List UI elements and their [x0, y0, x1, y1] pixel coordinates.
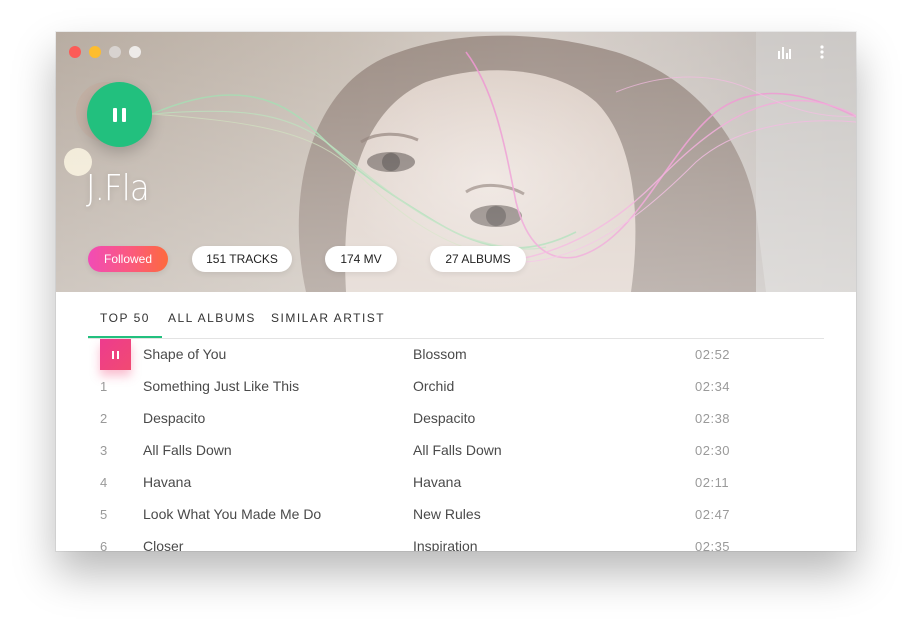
track-row[interactable]: Shape of You Blossom 02:52: [88, 338, 824, 370]
artist-name: J.Fla: [86, 168, 150, 209]
track-list: Shape of You Blossom 02:52 1 Something J…: [88, 338, 824, 551]
content-tabs: TOP 50 ALL ALBUMS SIMILAR ARTIST: [88, 310, 824, 339]
track-number: 5: [100, 507, 108, 522]
track-title: Havana: [143, 474, 192, 490]
extra-window-button[interactable]: [129, 46, 141, 58]
albums-count-badge[interactable]: 27 ALBUMS: [430, 246, 526, 272]
track-duration: 02:38: [695, 411, 731, 426]
track-album[interactable]: All Falls Down: [413, 442, 502, 458]
track-album[interactable]: Blossom: [413, 346, 467, 362]
track-row[interactable]: 5 Look What You Made Me Do New Rules 02:…: [88, 498, 824, 530]
minimize-window-button[interactable]: [89, 46, 101, 58]
track-duration: 02:34: [695, 379, 731, 394]
track-number: 6: [100, 539, 108, 551]
equalizer-icon: [778, 47, 791, 59]
track-row[interactable]: 1 Something Just Like This Orchid 02:34: [88, 370, 824, 402]
more-vertical-icon: [820, 45, 824, 59]
track-album[interactable]: Orchid: [413, 378, 454, 394]
mv-count-badge[interactable]: 174 MV: [325, 246, 397, 272]
artist-header: J.Fla Followed 151 TRACKS 174 MV 27 ALBU…: [56, 32, 856, 292]
equalizer-button[interactable]: [776, 44, 792, 60]
track-album[interactable]: Havana: [413, 474, 461, 490]
track-duration: 02:30: [695, 443, 731, 458]
track-row[interactable]: 6 Closer Inspiration 02:35: [88, 530, 824, 551]
track-duration: 02:52: [695, 347, 731, 362]
track-duration: 02:11: [695, 475, 730, 490]
track-number: 3: [100, 443, 108, 458]
tab-all-albums[interactable]: ALL ALBUMS: [168, 310, 256, 338]
zoom-window-button[interactable]: [109, 46, 121, 58]
header-actions: [776, 44, 830, 60]
close-window-button[interactable]: [69, 46, 81, 58]
track-album[interactable]: New Rules: [413, 506, 481, 522]
tracks-count-badge[interactable]: 151 TRACKS: [192, 246, 292, 272]
tab-similar-artist[interactable]: SIMILAR ARTIST: [271, 310, 385, 338]
track-number: 1: [100, 379, 108, 394]
music-player-window: J.Fla Followed 151 TRACKS 174 MV 27 ALBU…: [56, 32, 856, 551]
track-album[interactable]: Inspiration: [413, 538, 478, 551]
track-album[interactable]: Despacito: [413, 410, 475, 426]
track-title: Closer: [143, 538, 184, 551]
track-number: 4: [100, 475, 108, 490]
follow-button[interactable]: Followed: [88, 246, 168, 272]
pause-icon: [113, 107, 126, 122]
track-title: Shape of You: [143, 346, 227, 362]
more-options-button[interactable]: [814, 44, 830, 60]
track-title: Despacito: [143, 410, 206, 426]
track-duration: 02:35: [695, 539, 731, 551]
window-controls: [69, 46, 141, 58]
track-row[interactable]: 2 Despacito Despacito 02:38: [88, 402, 824, 434]
track-number: 2: [100, 411, 108, 426]
track-row[interactable]: 3 All Falls Down All Falls Down 02:30: [88, 434, 824, 466]
pause-icon: [112, 350, 119, 359]
track-title: Look What You Made Me Do: [143, 506, 322, 522]
track-title: All Falls Down: [143, 442, 232, 458]
tab-top-50[interactable]: TOP 50: [88, 310, 162, 338]
track-row[interactable]: 4 Havana Havana 02:11: [88, 466, 824, 498]
track-duration: 02:47: [695, 507, 731, 522]
track-title: Something Just Like This: [143, 378, 300, 394]
play-pause-button[interactable]: [87, 82, 152, 147]
now-playing-pause-button[interactable]: [100, 339, 131, 370]
